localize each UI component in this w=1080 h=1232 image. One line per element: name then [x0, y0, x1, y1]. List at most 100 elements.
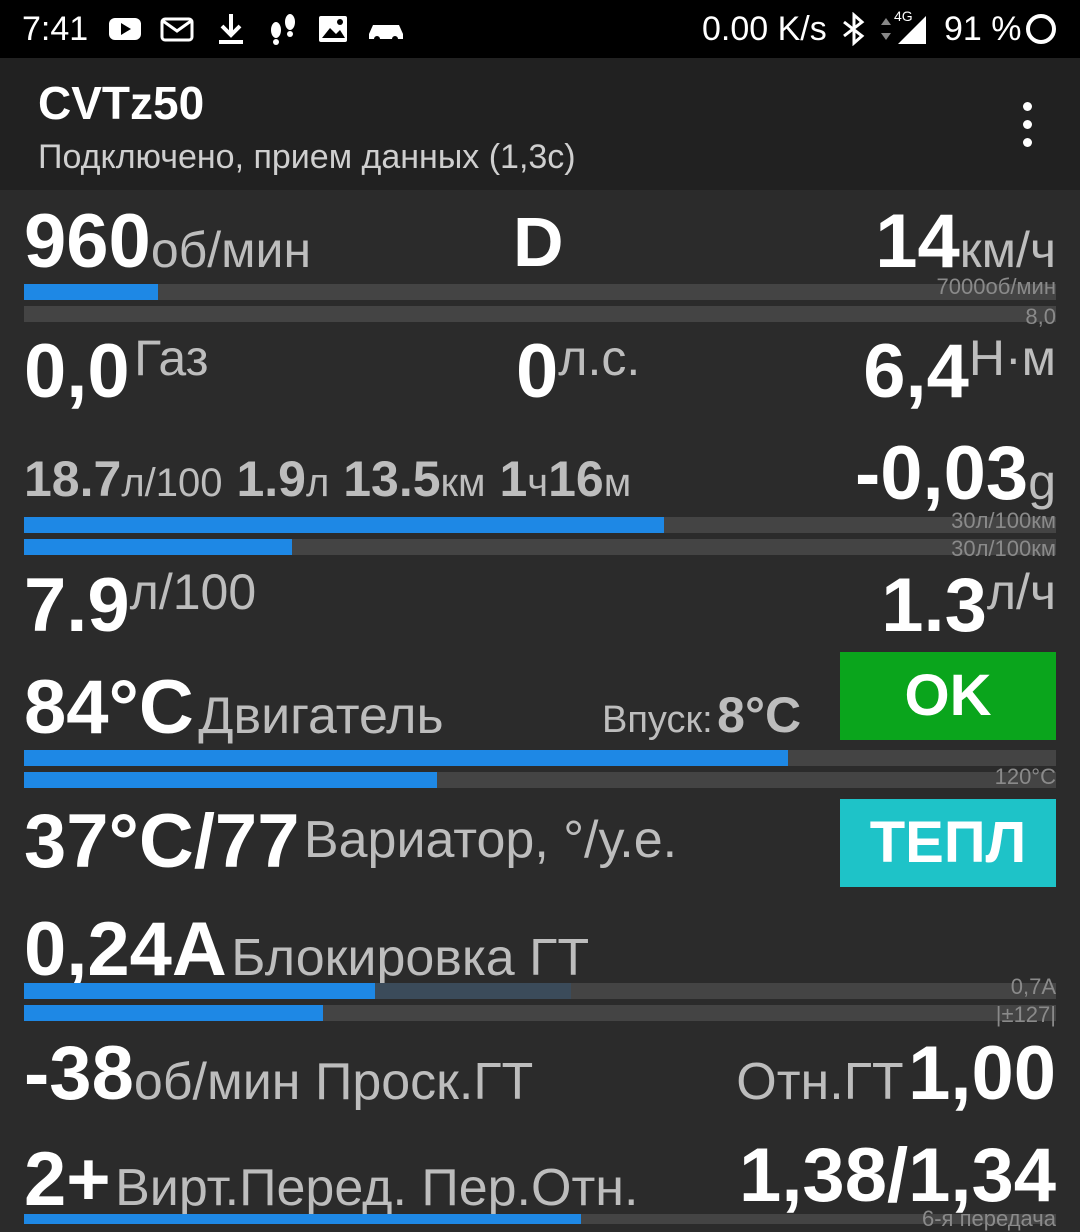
- lockup-bar-2-label: |±127|: [995, 1002, 1056, 1027]
- hourly-consumption-value: 1.3: [881, 563, 987, 648]
- trip-fuel-unit: л: [305, 461, 330, 505]
- consumption-bar-1: [24, 517, 1056, 533]
- app-bar: CVTz50 Подключено, прием данных (1,3с): [0, 58, 1080, 190]
- trip-minutes-value: 16: [548, 451, 604, 507]
- engine-temp-label: Двигатель: [198, 687, 444, 745]
- intake-temp-label: Впуск:: [602, 699, 713, 741]
- status-battery: 91 %: [944, 10, 1022, 48]
- rpm-readout: 960об/мин: [24, 198, 311, 285]
- throttle-value: 0,0: [24, 329, 130, 414]
- footsteps-icon: [271, 14, 295, 45]
- avg-consumption-unit: л/100: [129, 564, 257, 620]
- slip-value: -38: [24, 1031, 134, 1116]
- hourly-consumption-unit: л/ч: [986, 564, 1056, 620]
- engine-temp-bar-2: [24, 772, 1056, 788]
- intake-temp-readout: Впуск: 8°C: [602, 686, 801, 744]
- gear-bar: [24, 1214, 1056, 1224]
- accel-readout: -0,03g: [855, 430, 1056, 517]
- avg-consumption-readout: 7.9л/100: [24, 562, 256, 649]
- overflow-menu-icon[interactable]: [1010, 102, 1044, 162]
- engine-temp-bar-1: [24, 750, 1056, 766]
- status-bar: 7:41 0.00 K/s 4G 91 %: [0, 0, 1080, 58]
- lockup-bar-2-fill: [24, 1005, 324, 1021]
- intake-temp-value: 8°C: [717, 687, 802, 743]
- gear-bar-label: 6-я передача: [921, 1206, 1056, 1231]
- battery-ring-icon: [1026, 14, 1056, 44]
- converter-ratio-value: 1,00: [908, 1031, 1056, 1116]
- lockup-bar-1: [24, 983, 1056, 999]
- gear-bar-fill: [24, 1214, 582, 1224]
- avg-consumption-value: 7.9: [24, 563, 130, 648]
- mail-icon: [160, 17, 194, 42]
- engine-temp-bar-1-fill: [24, 750, 788, 766]
- throttle-label: Газ: [134, 330, 209, 386]
- secondary-bar: [24, 306, 1056, 322]
- trip-minutes-unit: м: [603, 461, 632, 505]
- gear-indicator: D: [513, 203, 564, 281]
- consumption-bar-2-label: 30л/100км: [951, 536, 1056, 561]
- download-icon: [219, 14, 243, 44]
- trip-consumption-unit: л/100: [121, 461, 223, 505]
- rpm-value: 960: [24, 199, 151, 284]
- trip-consumption-value: 18.7: [24, 451, 122, 507]
- speed-readout: 14км/ч: [875, 198, 1056, 285]
- throttle-readout: 0,0 Газ: [24, 328, 209, 415]
- trip-hours-value: 1: [499, 451, 528, 507]
- slip-readout: -38об/мин Проск.ГТ: [24, 1030, 533, 1117]
- consumption-bar-2: [24, 539, 1056, 555]
- trip-fuel-value: 1.9: [236, 451, 306, 507]
- torque-readout: 6,4Н·м: [863, 328, 1056, 415]
- torque-unit: Н·м: [968, 330, 1056, 386]
- accel-unit: g: [1028, 454, 1056, 510]
- lockup-value: 0,24A: [24, 907, 227, 992]
- engine-temp-max-label: 120°C: [994, 764, 1056, 789]
- slip-label: об/мин Проск.ГТ: [133, 1053, 534, 1111]
- lockup-bar-1-fill: [24, 983, 375, 999]
- car-icon: [369, 25, 403, 42]
- rpm-bar-fill: [24, 284, 159, 300]
- engine-status-badge: OK: [840, 652, 1056, 740]
- torque-value: 6,4: [863, 329, 969, 414]
- status-net-speed: 0.00 K/s: [702, 10, 827, 48]
- trip-distance-unit: км: [440, 461, 486, 505]
- lockup-readout: 0,24A Блокировка ГТ: [24, 906, 589, 993]
- app-title: CVTz50: [38, 77, 205, 129]
- trip-stats: 18.7л/100 1.9л 13.5км 1ч16м: [24, 450, 631, 508]
- image-icon: [319, 16, 347, 42]
- speed-unit: км/ч: [959, 222, 1056, 278]
- power-readout: 0л.с.: [516, 328, 640, 415]
- signal-icon: [898, 16, 926, 44]
- hourly-consumption-readout: 1.3л/ч: [881, 562, 1056, 649]
- consumption-bar-1-label: 30л/100км: [951, 508, 1056, 533]
- consumption-bar-1-fill: [24, 517, 664, 533]
- engine-temp-value: 84°C: [24, 665, 194, 750]
- rpm-bar: [24, 284, 1056, 300]
- trip-distance-value: 13.5: [343, 451, 441, 507]
- consumption-bar-2-fill: [24, 539, 293, 555]
- power-unit: л.с.: [558, 330, 641, 386]
- rpm-max-label: 7000об/мин: [936, 274, 1056, 299]
- virtual-gear-label: Вирт.Перед. Пер.Отн.: [115, 1159, 639, 1217]
- cvt-temp-readout: 37°C/77 Вариатор, °/у.е.: [24, 798, 677, 885]
- virtual-gear-readout: 2+ Вирт.Перед. Пер.Отн.: [24, 1136, 638, 1223]
- accel-value: -0,03: [854, 431, 1029, 516]
- engine-temp-bar-2-fill: [24, 772, 437, 788]
- engine-temp-readout: 84°C Двигатель: [24, 664, 444, 751]
- cvt-temp-value: 37°C/77: [24, 799, 300, 884]
- virtual-gear-value: 2+: [24, 1137, 111, 1222]
- speed-value: 14: [875, 199, 960, 284]
- connection-status: Подключено, прием данных (1,3с): [38, 138, 576, 176]
- lockup-label: Блокировка ГТ: [231, 929, 590, 987]
- power-value: 0: [516, 329, 559, 414]
- cvt-temp-label: Вариатор, °/у.е.: [303, 811, 678, 869]
- rpm-unit: об/мин: [150, 222, 312, 278]
- converter-ratio-label: Отн.ГТ: [736, 1053, 904, 1111]
- lockup-bar-2: [24, 1005, 1056, 1021]
- converter-ratio-readout: Отн.ГТ 1,00: [736, 1030, 1056, 1117]
- youtube-icon: [109, 18, 141, 40]
- trip-hours-unit: ч: [527, 461, 549, 505]
- status-time: 7:41: [22, 10, 89, 48]
- secondary-bar-label: 8,0: [1025, 304, 1056, 329]
- lockup-bar-1-label: 0,7A: [1010, 974, 1056, 999]
- bluetooth-icon: [843, 12, 865, 46]
